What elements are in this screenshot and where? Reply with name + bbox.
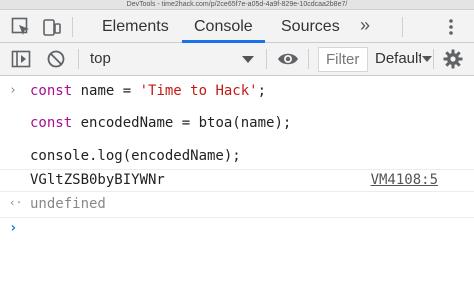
toolbar-divider bbox=[78, 49, 79, 69]
console-input-line: console.log(encodedName); bbox=[0, 147, 474, 167]
result-arrow-icon: ‹· bbox=[9, 196, 23, 209]
more-options-icon[interactable] bbox=[441, 17, 461, 37]
code-keyword: const bbox=[30, 83, 73, 99]
console-log-message: VGltZSB0byBIYWNr VM4108:5 bbox=[0, 169, 474, 192]
toolbar-divider bbox=[433, 49, 434, 69]
code-text: const name = 'Time to Hack'; bbox=[30, 83, 266, 99]
show-sidebar-icon[interactable] bbox=[11, 49, 31, 69]
console-input-line: › const name = 'Time to Hack'; bbox=[0, 82, 474, 102]
code-string: 'Time to Hack' bbox=[139, 83, 258, 99]
console-toolbar: top Filter Default levels bbox=[0, 43, 474, 76]
live-expression-eye-icon[interactable] bbox=[277, 49, 298, 69]
log-levels-select[interactable]: Default levels bbox=[375, 49, 421, 69]
tab-elements[interactable]: Elements bbox=[102, 10, 169, 43]
toolbar-divider bbox=[266, 49, 267, 69]
input-prompt-chevron-icon: › bbox=[9, 83, 17, 98]
prompt-chevron-icon: › bbox=[9, 220, 18, 236]
code-keyword: const bbox=[30, 115, 73, 131]
log-output-text[interactable]: VGltZSB0byBIYWNr bbox=[30, 172, 165, 188]
window-title: DevTools - time2hack.com/p/2ce65f7e-a05d… bbox=[0, 0, 474, 10]
settings-gear-icon[interactable] bbox=[443, 49, 463, 69]
inspect-element-icon[interactable] bbox=[11, 17, 31, 37]
console-messages: › const name = 'Time to Hack'; const enc… bbox=[0, 77, 474, 298]
toolbar-divider bbox=[72, 17, 73, 37]
result-value: undefined bbox=[30, 196, 106, 212]
code-text: ; bbox=[257, 83, 267, 99]
console-prompt[interactable]: › bbox=[0, 217, 474, 239]
code-text: encodedName = btoa(name); bbox=[72, 115, 292, 131]
toolbar-divider bbox=[402, 17, 403, 37]
device-toolbar-icon[interactable] bbox=[42, 17, 62, 37]
filter-input[interactable]: Filter bbox=[318, 47, 368, 72]
console-input-line: const encodedName = btoa(name); bbox=[0, 114, 474, 134]
execution-context-select[interactable]: top bbox=[90, 49, 111, 69]
tab-console[interactable]: Console bbox=[182, 10, 265, 43]
more-tabs-button[interactable]: » bbox=[360, 10, 370, 43]
devtools-tab-bar: Elements Console Sources » bbox=[0, 10, 474, 43]
code-text: console.log(encodedName); bbox=[30, 148, 241, 164]
clear-console-icon[interactable] bbox=[46, 49, 66, 69]
source-location-link[interactable]: VM4108:5 bbox=[371, 172, 438, 188]
levels-dropdown-arrow-icon[interactable] bbox=[422, 56, 432, 62]
console-result-line: ‹· undefined bbox=[0, 195, 474, 215]
code-text: name = bbox=[72, 83, 140, 99]
context-dropdown-arrow-icon[interactable] bbox=[242, 56, 254, 63]
toolbar-divider bbox=[308, 49, 309, 69]
tab-sources[interactable]: Sources bbox=[281, 10, 340, 43]
code-text: const encodedName = btoa(name); bbox=[30, 115, 291, 131]
